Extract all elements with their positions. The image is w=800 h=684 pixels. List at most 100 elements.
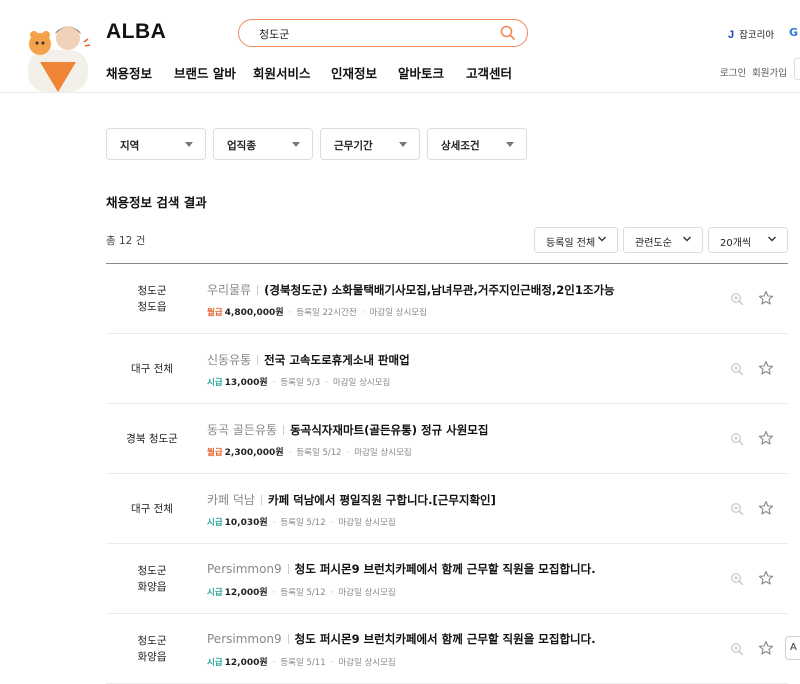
filter-job-type[interactable]: 업직종 — [213, 128, 313, 160]
registered-date: 등록일 5/12 — [280, 518, 326, 528]
registered-date: 등록일 5/3 — [280, 378, 321, 388]
quick-view-icon[interactable] — [730, 502, 744, 516]
listing-header: Persimmon9 청도 퍼시몬9 브런치카페에서 함께 근무할 직원을 모집합… — [207, 561, 596, 577]
job-title-link[interactable]: 청도 퍼시몬9 브런치카페에서 함께 근무할 직원을 모집합니다. — [295, 562, 596, 576]
company-name[interactable]: 카페 덕남 — [207, 493, 255, 507]
caret-down-icon — [506, 142, 514, 147]
job-listing-row[interactable]: 청도군화양읍 Persimmon9 청도 퍼시몬9 브런치카페에서 함께 근무할 직… — [106, 614, 788, 684]
sort-registered-date[interactable]: 등록일 전체 — [534, 227, 618, 253]
pay-type-badge: 시급 — [207, 658, 223, 668]
listing-header: Persimmon9 청도 퍼시몬9 브런치카페에서 함께 근무할 직원을 모집합… — [207, 631, 596, 647]
caret-down-icon — [185, 142, 193, 147]
bullet-separator: · — [330, 518, 334, 528]
sort-order[interactable]: 관련도순 — [623, 227, 703, 253]
job-title-link[interactable]: 동곡식자재마트(골든유통) 정규 사원모집 — [290, 423, 488, 437]
job-title-link[interactable]: 청도 퍼시몬9 브런치카페에서 함께 근무할 직원을 모집합니다. — [295, 632, 596, 646]
listing-header: 동곡 골든유통 동곡식자재마트(골든유통) 정규 사원모집 — [207, 421, 488, 438]
search-query[interactable]: 청도군 — [259, 26, 289, 42]
divider — [287, 564, 289, 574]
company-name[interactable]: 우리물류 — [207, 283, 251, 297]
nav-item-talent[interactable]: 인재정보 — [331, 63, 377, 82]
jobkorea-icon: J — [728, 29, 735, 41]
job-title-link[interactable]: 전국 고속도로휴게소내 판매업 — [264, 353, 410, 367]
job-listing-row[interactable]: 대구 전체 신동유통 전국 고속도로휴게소내 판매업 시급 13,000원 · 등록일 5/… — [106, 334, 788, 404]
job-title-link[interactable]: 카페 덕남에서 평일직원 구합니다.[근무지확인] — [268, 493, 496, 507]
deadline: 마감일 상시모집 — [332, 378, 391, 388]
company-name[interactable]: Persimmon9 — [207, 632, 282, 646]
divider — [257, 285, 259, 295]
bullet-separator: · — [361, 308, 365, 318]
filter-detail-conditions[interactable]: 상세조건 — [427, 128, 527, 160]
divider — [257, 355, 259, 365]
bullet-separator: · — [272, 378, 276, 388]
login-link[interactable]: 로그인 — [720, 65, 746, 79]
mascot-illustration — [28, 26, 91, 92]
job-listing-row[interactable]: 경북 청도군 동곡 골든유통 동곡식자재마트(골든유통) 정규 사원모집 월급 2,30… — [106, 404, 788, 474]
pay-amount: 13,000원 — [224, 378, 268, 388]
listing-meta: 월급 4,800,000원 · 등록일 22시간전 · 마감일 상시모집 — [207, 305, 427, 318]
bullet-separator: · — [330, 658, 334, 668]
nav-item-brand-alba[interactable]: 브랜드 알바 — [174, 63, 236, 82]
registered-date: 등록일 5/12 — [280, 588, 326, 598]
pay-type-badge: 월급 — [207, 308, 223, 318]
floating-side-tab[interactable]: A — [785, 636, 800, 660]
deadline: 마감일 상시모집 — [354, 448, 412, 458]
divider — [260, 495, 262, 505]
bullet-separator: · — [288, 308, 292, 318]
filter-work-period[interactable]: 근무기간 — [320, 128, 420, 160]
registered-date: 등록일 5/12 — [296, 448, 342, 458]
location-secondary: 화양읍 — [137, 651, 167, 663]
listing-location: 청도군화양읍 — [106, 633, 198, 665]
filter-region[interactable]: 지역 — [106, 128, 206, 160]
chevron-down-icon — [598, 236, 606, 242]
signup-link[interactable]: 회원가입 — [752, 65, 787, 79]
jobkorea-link[interactable]: J 잡코리아 — [728, 27, 774, 41]
divider — [283, 425, 285, 435]
g-site-icon[interactable]: G — [789, 26, 798, 39]
filter-job-type-label: 업직종 — [227, 140, 256, 152]
job-listing-row[interactable]: 청도군 청도읍 우리물류 (경북청도군) 소화물택배기사모집,남녀무관,거주지인근배정… — [106, 264, 788, 334]
star-icon[interactable] — [758, 290, 774, 306]
nav-item-member-service[interactable]: 회원서비스 — [253, 63, 311, 82]
nav-item-jobs[interactable]: 채용정보 — [106, 63, 152, 82]
quick-view-icon[interactable] — [730, 432, 744, 446]
chevron-down-icon — [683, 236, 691, 242]
quick-view-icon[interactable] — [730, 362, 744, 376]
job-title-link[interactable]: (경북청도군) 소화물택배기사모집,남녀무관,거주지인근배정,2인1조가능 — [264, 283, 614, 297]
search-input[interactable]: 청도군 — [238, 19, 528, 47]
search-icon[interactable] — [499, 24, 517, 42]
star-icon[interactable] — [758, 430, 774, 446]
star-icon[interactable] — [758, 640, 774, 656]
star-icon[interactable] — [758, 500, 774, 516]
bullet-separator: · — [272, 658, 276, 668]
star-icon[interactable] — [758, 360, 774, 376]
deadline: 마감일 상시모집 — [338, 658, 396, 668]
listing-header: 신동유통 전국 고속도로휴게소내 판매업 — [207, 351, 410, 368]
location-primary: 청도군 — [137, 635, 167, 647]
quick-view-icon[interactable] — [730, 642, 744, 656]
star-icon[interactable] — [758, 570, 774, 586]
nav-item-customer-center[interactable]: 고객센터 — [466, 63, 512, 82]
page-size-select[interactable]: 20개씩 — [708, 227, 788, 253]
listing-header: 카페 덕남 카페 덕남에서 평일직원 구합니다.[근무지확인] — [207, 491, 496, 508]
filter-detail-conditions-label: 상세조건 — [441, 140, 480, 152]
job-listing-row[interactable]: 대구 전체 카페 덕남 카페 덕남에서 평일직원 구합니다.[근무지확인] 시급 10,… — [106, 474, 788, 544]
listing-location: 청도군 청도읍 — [106, 283, 198, 315]
alba-logo[interactable]: ALBA — [106, 20, 166, 44]
bullet-separator: · — [272, 588, 276, 598]
sort-registered-date-label: 등록일 전체 — [546, 238, 596, 249]
listing-location: 대구 전체 — [106, 501, 198, 517]
company-name[interactable]: 동곡 골든유통 — [207, 423, 277, 437]
location-primary: 대구 전체 — [131, 503, 173, 515]
company-name[interactable]: 신동유통 — [207, 353, 251, 367]
quick-view-icon[interactable] — [730, 572, 744, 586]
total-count: 총 12 건 — [106, 235, 146, 247]
bullet-separator: · — [325, 378, 328, 388]
quick-view-icon[interactable] — [730, 292, 744, 306]
nav-item-alba-talk[interactable]: 알바토크 — [398, 63, 444, 82]
job-listing-row[interactable]: 청도군 화양읍 Persimmon9 청도 퍼시몬9 브런치카페에서 함께 근무할 직… — [106, 544, 788, 614]
registered-date: 등록일 5/11 — [280, 658, 326, 668]
deadline: 마감일 상시모집 — [338, 588, 396, 598]
caret-down-icon — [399, 142, 407, 147]
company-name[interactable]: Persimmon9 — [207, 562, 282, 576]
